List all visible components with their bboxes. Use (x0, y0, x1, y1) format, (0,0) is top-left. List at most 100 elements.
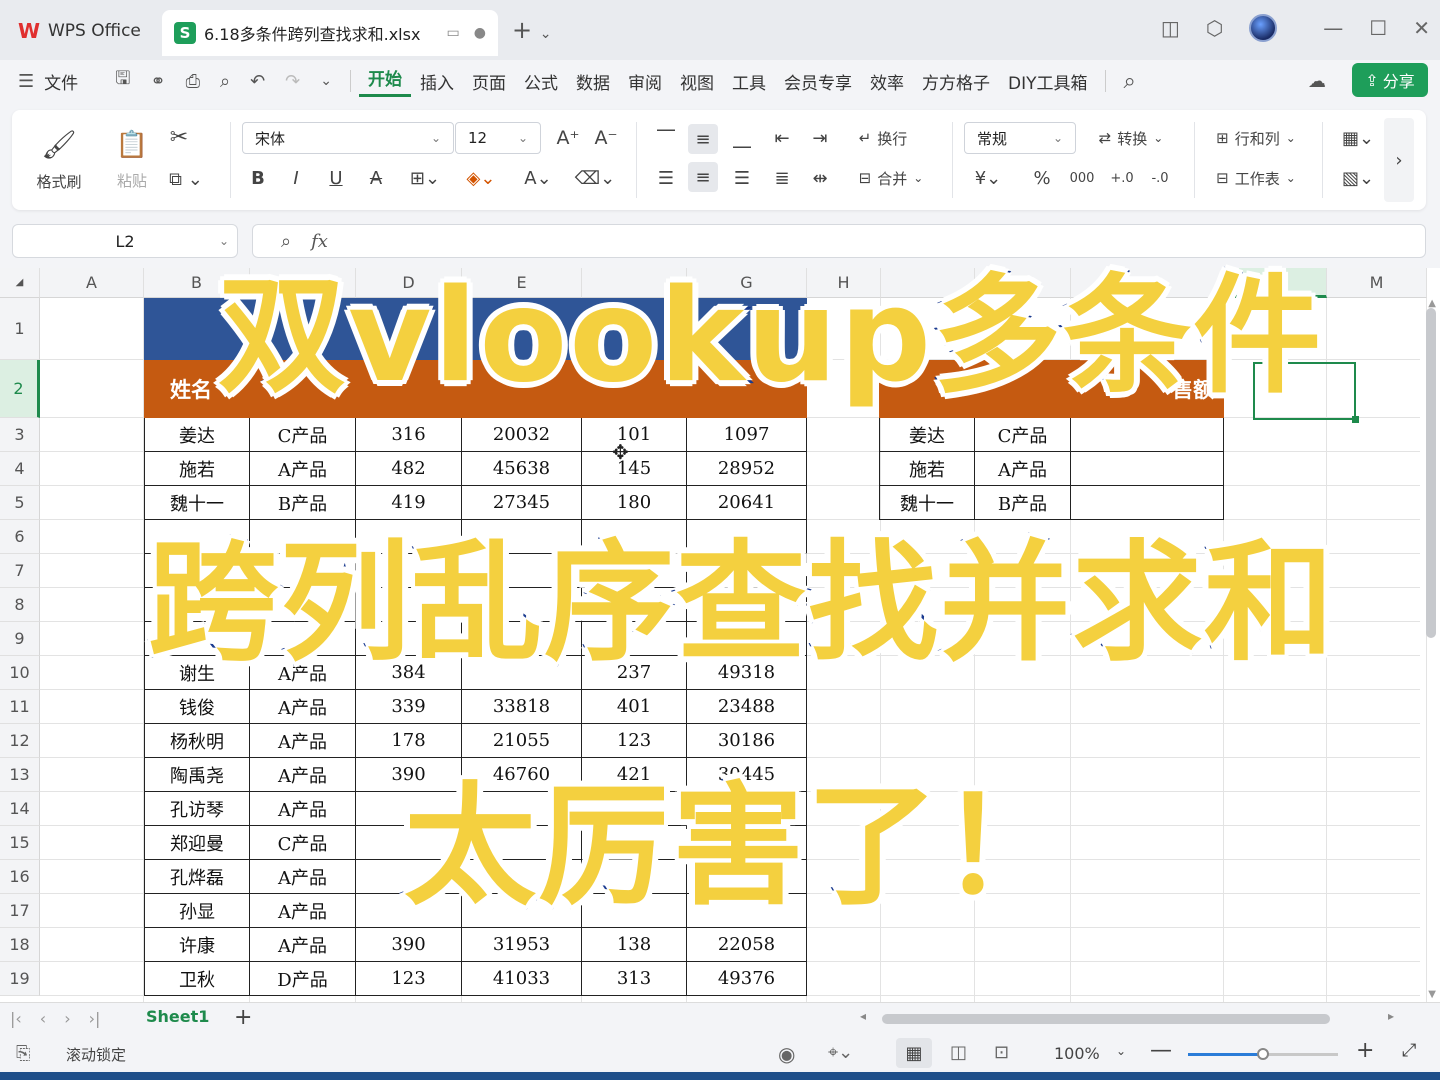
close-icon[interactable]: ✕ (1413, 16, 1430, 40)
data-cell[interactable]: 21055 (462, 724, 582, 758)
select-all-corner[interactable]: ◢ (0, 268, 40, 298)
lookup-cell[interactable]: 姜达 (879, 418, 975, 452)
data-cell[interactable]: 482 (356, 452, 462, 486)
data-cell[interactable]: 20641 (687, 486, 807, 520)
strikethrough-icon[interactable]: A (362, 164, 390, 192)
zoom-slider[interactable] (1188, 1048, 1338, 1060)
save-icon[interactable]: 🖫 (105, 66, 140, 96)
data-cell[interactable]: A产品 (250, 792, 356, 826)
paste-button[interactable]: 📋 粘贴 (102, 120, 162, 200)
row-header-19[interactable]: 19 (0, 962, 40, 996)
font-color-icon[interactable]: A⌄ (518, 164, 558, 192)
distribute-icon[interactable]: ⇹ (806, 164, 834, 192)
data-cell[interactable]: C产品 (250, 418, 356, 452)
data-cell[interactable]: 101 (582, 418, 687, 452)
macro-icon[interactable]: ⎘ (16, 1043, 30, 1064)
align-middle-icon[interactable]: ≡ (688, 124, 718, 154)
share-button[interactable]: ⇪ 分享 (1352, 63, 1428, 97)
next-sheet-icon[interactable]: › (64, 1009, 70, 1028)
vertical-scrollbar[interactable] (1426, 308, 1436, 638)
data-cell[interactable]: 27345 (462, 486, 582, 520)
menu-review[interactable]: 审阅 (619, 69, 671, 94)
menu-file[interactable]: 文件 (44, 69, 87, 94)
align-left-icon[interactable]: ☰ (652, 164, 680, 192)
search-icon[interactable]: ⌕ (1114, 69, 1146, 94)
data-cell[interactable]: 45638 (462, 452, 582, 486)
zoom-in-icon[interactable]: + (1356, 1038, 1374, 1063)
data-cell[interactable]: 178 (356, 724, 462, 758)
align-center-icon[interactable]: ≡ (688, 162, 718, 192)
row-header-8[interactable]: 8 (0, 588, 40, 622)
data-cell[interactable]: 1097 (687, 418, 807, 452)
row-header-7[interactable]: 7 (0, 554, 40, 588)
data-cell[interactable]: 41033 (462, 962, 582, 996)
increase-decimal-icon[interactable]: +.0 (1106, 164, 1138, 192)
scroll-right-icon[interactable]: ▸ (1388, 1009, 1394, 1023)
data-cell[interactable]: 卫秋 (144, 962, 250, 996)
menu-page[interactable]: 页面 (463, 69, 515, 94)
scroll-down-icon[interactable]: ▼ (1428, 989, 1436, 1000)
page-break-icon[interactable]: ⊡ (994, 1042, 1009, 1063)
data-cell[interactable]: 陶禹尧 (144, 758, 250, 792)
percent-icon[interactable]: % (1028, 164, 1056, 192)
data-cell[interactable]: 杨秋明 (144, 724, 250, 758)
indent-decrease-icon[interactable]: ⇤ (768, 124, 796, 152)
data-cell[interactable]: 28952 (687, 452, 807, 486)
avatar[interactable] (1249, 14, 1278, 42)
data-cell[interactable]: 23488 (687, 690, 807, 724)
data-cell[interactable]: 419 (356, 486, 462, 520)
row-header-4[interactable]: 4 (0, 452, 40, 486)
data-cell[interactable]: 123 (356, 962, 462, 996)
menu-efficiency[interactable]: 效率 (861, 69, 913, 94)
menu-tools[interactable]: 工具 (723, 69, 775, 94)
data-cell[interactable]: 22058 (687, 928, 807, 962)
scroll-up-icon[interactable]: ▲ (1428, 298, 1436, 309)
row-header-14[interactable]: 14 (0, 792, 40, 826)
lookup-cell[interactable] (1071, 452, 1224, 486)
chevron-down-icon[interactable]: ⌄ (310, 73, 342, 89)
italic-icon[interactable]: I (282, 164, 310, 192)
scroll-left-icon[interactable]: ◂ (860, 1009, 866, 1023)
underline-icon[interactable]: U (322, 164, 350, 192)
print-preview-icon[interactable]: ⌕ (210, 71, 240, 92)
table-style-icon[interactable]: ▦⌄ (1338, 124, 1378, 152)
number-format-select[interactable]: 常规 ⌄ (964, 122, 1076, 154)
data-cell[interactable]: 施若 (144, 452, 250, 486)
data-cell[interactable]: A产品 (250, 894, 356, 928)
data-cell[interactable]: B产品 (250, 486, 356, 520)
zoom-out-icon[interactable]: — (1150, 1038, 1172, 1063)
data-cell[interactable]: 31953 (462, 928, 582, 962)
page-layout-icon[interactable]: ◫ (950, 1042, 967, 1063)
data-cell[interactable]: 孙显 (144, 894, 250, 928)
menu-insert[interactable]: 插入 (411, 69, 463, 94)
data-cell[interactable]: A产品 (250, 724, 356, 758)
data-cell[interactable]: A产品 (250, 928, 356, 962)
crosshair-icon[interactable]: ⌖⌄ (828, 1042, 853, 1063)
menu-view[interactable]: 视图 (671, 69, 723, 94)
minimize-icon[interactable]: — (1323, 16, 1343, 40)
bold-icon[interactable]: B (244, 164, 272, 192)
convert-button[interactable]: ⇄ 转换 ⌄ (1086, 124, 1176, 152)
lookup-cell[interactable]: A产品 (975, 452, 1071, 486)
menu-fangfang[interactable]: 方方格子 (913, 69, 999, 94)
fullscreen-icon[interactable]: ⤢ (1402, 1040, 1416, 1061)
menu-formulas[interactable]: 公式 (515, 69, 567, 94)
data-cell[interactable]: 145 (582, 452, 687, 486)
data-cell[interactable]: D产品 (250, 962, 356, 996)
column-header-m[interactable]: M (1327, 268, 1427, 298)
ribbon-expand-icon[interactable]: › (1384, 118, 1414, 202)
format-painter-button[interactable]: 🖌 格式刷 (24, 120, 94, 200)
worksheet-button[interactable]: ⊟ 工作表 ⌄ (1206, 164, 1306, 192)
sheet-tab-sheet1[interactable]: Sheet1 (146, 1007, 209, 1026)
data-cell[interactable]: 33818 (462, 690, 582, 724)
lookup-cell[interactable] (1071, 486, 1224, 520)
eye-icon[interactable]: ◉ (778, 1042, 795, 1066)
new-tab-button[interactable]: + ⌄ (512, 16, 551, 44)
menu-data[interactable]: 数据 (567, 69, 619, 94)
monitor-icon[interactable]: ▭ (447, 25, 460, 41)
document-tab[interactable]: S 6.18多条件跨列查找求和.xlsx ▭ ● (162, 10, 498, 56)
lookup-cell[interactable]: 施若 (879, 452, 975, 486)
redo-icon[interactable]: ↷ (275, 71, 310, 92)
link-icon[interactable]: ⚭ (140, 71, 175, 92)
data-cell[interactable]: 123 (582, 724, 687, 758)
